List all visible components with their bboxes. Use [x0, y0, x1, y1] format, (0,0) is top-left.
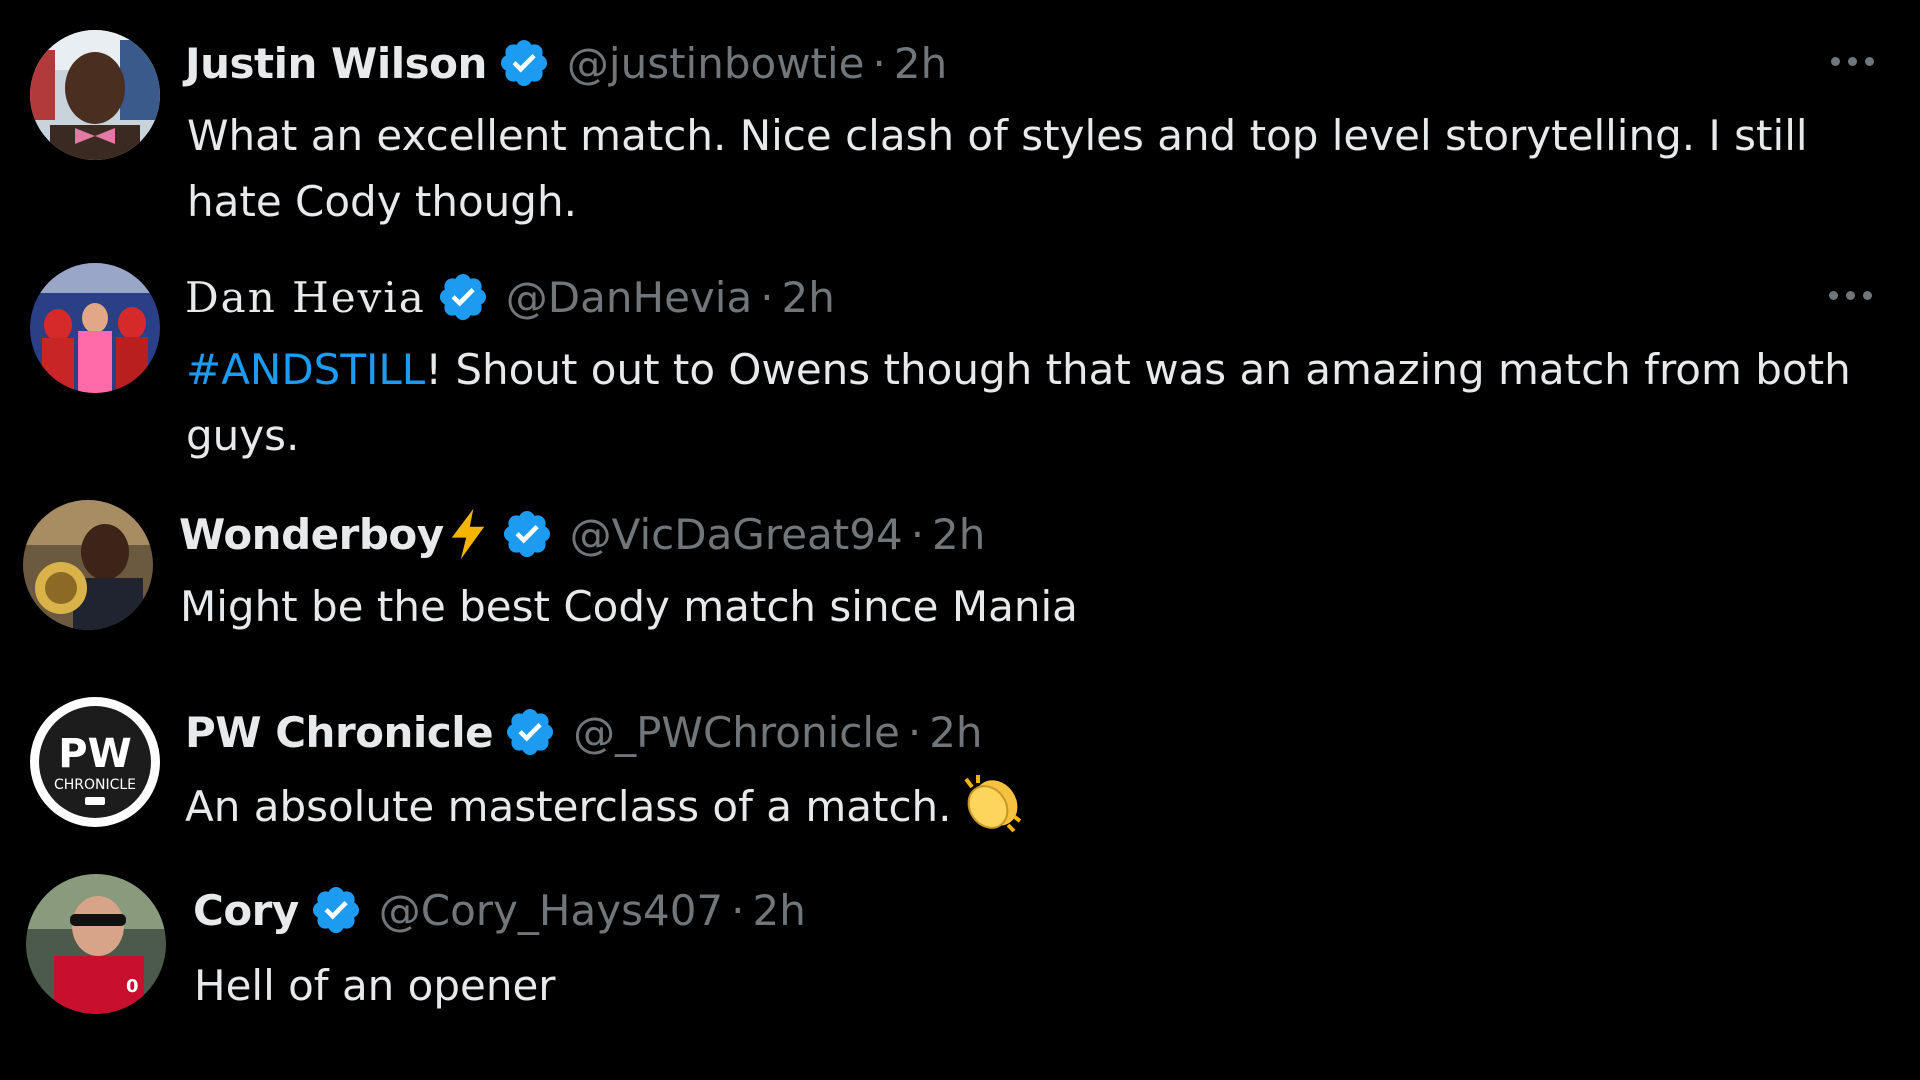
user-handle[interactable]: @VicDaGreat94 [570, 510, 903, 559]
more-options-icon[interactable] [1829, 291, 1872, 300]
tweet-text: #ANDSTILL! Shout out to Owens though tha… [186, 337, 1906, 469]
tweet-text-content: An absolute masterclass of a match. [185, 782, 952, 831]
verified-badge-icon [312, 886, 359, 934]
tweet-header: Cory @Cory_Hays407 · 2h [193, 880, 806, 940]
display-name[interactable]: Justin Wilson [185, 39, 487, 88]
separator: · [731, 885, 745, 935]
timestamp[interactable]: 2h [782, 273, 835, 322]
avatar[interactable] [30, 30, 160, 160]
svg-text:0: 0 [126, 976, 139, 997]
display-name[interactable]: Wonderboy [179, 510, 444, 559]
user-handle[interactable]: @Cory_Hays407 [379, 886, 723, 935]
tweet-header: Dan Hevia @DanHevia · 2h [185, 267, 835, 327]
timestamp[interactable]: 2h [932, 510, 985, 559]
tweet-text: Might be the best Cody match since Mania [180, 582, 1078, 631]
avatar[interactable]: 0 [26, 874, 166, 1014]
verified-badge-icon [500, 39, 547, 87]
verified-badge-icon [507, 708, 554, 756]
tweet-header: Justin Wilson @justinbowtie · 2h [185, 33, 947, 93]
timestamp[interactable]: 2h [929, 708, 982, 757]
separator: · [872, 38, 886, 88]
avatar-logo-subtext: CHRONICLE [54, 777, 136, 793]
verified-badge-icon [439, 273, 486, 321]
user-handle[interactable]: @justinbowtie [567, 39, 865, 88]
timestamp[interactable]: 2h [894, 39, 947, 88]
display-name[interactable]: Cory [193, 886, 299, 935]
lightning-emoji-icon [451, 508, 484, 560]
user-handle[interactable]: @DanHevia [506, 273, 752, 322]
verified-badge-icon [503, 510, 550, 558]
clapping-hands-emoji-icon [963, 775, 1021, 833]
avatar[interactable]: PW CHRONICLE [30, 697, 160, 827]
separator: · [760, 272, 774, 322]
tweet-header: PW Chronicle @_PWChronicle · 2h [185, 702, 983, 762]
timestamp[interactable]: 2h [753, 886, 806, 935]
tweet-text-rest: ! Shout out to Owens though that was an … [186, 345, 1851, 460]
display-name[interactable]: Dan Hevia [185, 273, 426, 322]
tweet-text: Hell of an opener [194, 961, 556, 1010]
avatar[interactable] [23, 500, 153, 630]
tweet-text: What an excellent match. Nice clash of s… [187, 111, 1808, 226]
avatar-logo-text: PW [58, 731, 131, 777]
tweet-text: An absolute masterclass of a match. [185, 771, 1905, 840]
display-name[interactable]: PW Chronicle [185, 708, 494, 757]
user-handle[interactable]: @_PWChronicle [573, 708, 900, 757]
more-options-icon[interactable] [1831, 57, 1874, 66]
tweet-header: Wonderboy @VicDaGreat94 · 2h [179, 504, 985, 564]
hashtag-link[interactable]: #ANDSTILL [186, 345, 425, 394]
avatar[interactable] [30, 263, 160, 393]
separator: · [907, 707, 922, 757]
separator: · [910, 509, 925, 559]
